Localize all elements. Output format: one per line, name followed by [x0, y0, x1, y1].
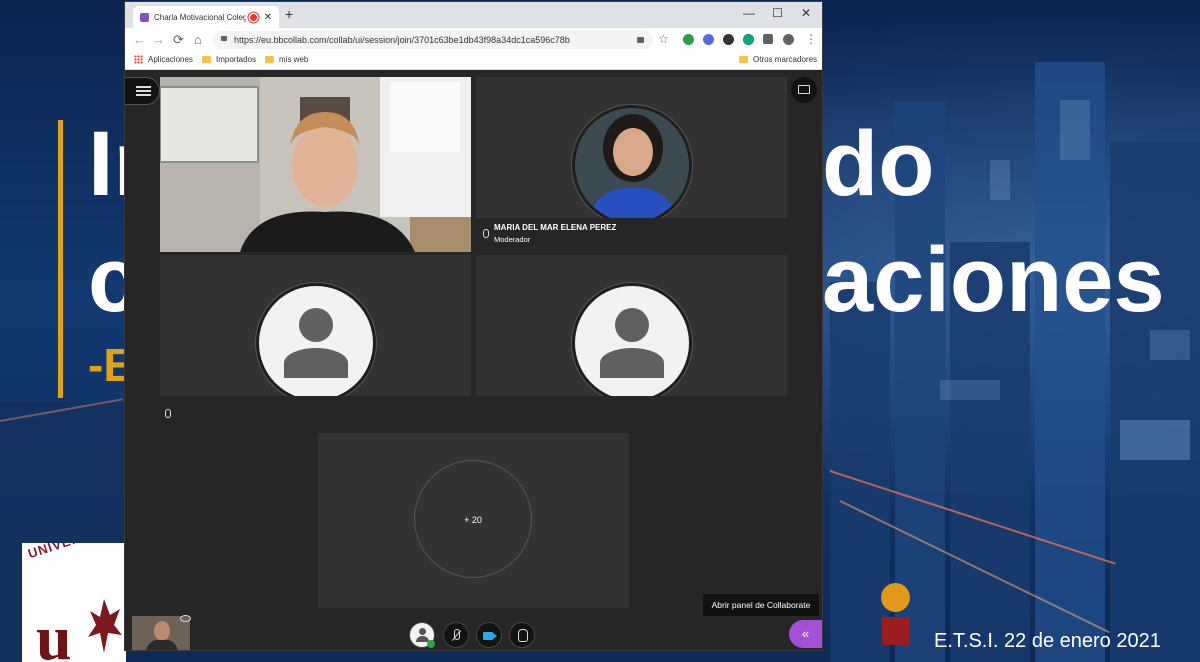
extension-gear-icon[interactable] — [703, 34, 714, 45]
camera-lens — [493, 633, 497, 639]
browser-window: Charla Motivacional Colegio ✕ + — ☐ ✕ ← … — [125, 2, 822, 650]
participant-video-tile[interactable] — [160, 77, 471, 252]
profile-avatar-icon[interactable] — [783, 34, 794, 45]
university-logo-text: UNIVERSIDAD — [26, 543, 126, 561]
bookmark-mis-web[interactable]: mis web — [265, 55, 308, 64]
moderator-avatar — [572, 105, 692, 225]
default-avatar-icon — [572, 283, 692, 403]
folder-icon — [202, 56, 211, 63]
building-window — [1060, 100, 1090, 160]
extension-shield-icon[interactable] — [683, 34, 694, 45]
camera-toggle-button[interactable] — [476, 622, 502, 648]
slide-title-line2-right: aciones — [822, 229, 1165, 331]
bookmarks-bar: Aplicaciones Importados mis web Otros ma… — [125, 52, 822, 70]
avatar-head — [299, 308, 333, 342]
extensions-puzzle-icon[interactable] — [763, 34, 773, 44]
university-logo-mark: u — [36, 602, 72, 662]
maximize-button[interactable]: ☐ — [772, 6, 783, 20]
hamburger-line — [136, 86, 151, 88]
extension-grammarly-icon[interactable] — [743, 34, 754, 45]
change-view-button[interactable] — [791, 77, 817, 103]
bookmark-importados[interactable]: Importados — [202, 55, 256, 64]
tab-close-button[interactable]: ✕ — [264, 12, 272, 23]
recording-indicator-icon — [249, 13, 257, 21]
slide-red-square — [882, 617, 910, 645]
camera-in-use-icon[interactable] — [637, 37, 644, 43]
folder-icon — [739, 56, 748, 63]
presenter-video-feed — [160, 77, 471, 252]
participant-footer — [160, 396, 471, 430]
layout-icon — [798, 85, 810, 94]
building-window — [1150, 330, 1190, 360]
hamburger-line — [136, 90, 151, 92]
extension-circle-icon[interactable] — [723, 34, 734, 45]
slide-yellow-dot — [881, 583, 910, 612]
tab-title: Charla Motivacional Colegio — [154, 12, 246, 22]
slide-footer-text: E.T.S.I. 22 de enero 2021 — [934, 630, 1161, 652]
avatar-body — [284, 348, 348, 378]
tab-collaborate-session[interactable]: Charla Motivacional Colegio ✕ — [133, 6, 279, 28]
browser-menu-button[interactable]: ⋮ — [805, 32, 817, 46]
my-status-button[interactable] — [409, 622, 435, 648]
bookmark-other[interactable]: Otros marcadores — [739, 55, 817, 64]
moderator-photo — [575, 108, 689, 222]
raise-hand-button[interactable] — [509, 622, 535, 648]
reload-button[interactable]: ⟳ — [173, 32, 184, 48]
tab-strip: Charla Motivacional Colegio ✕ + — ☐ ✕ — [125, 2, 822, 28]
participant-role: Moderador — [494, 235, 531, 244]
bookmark-label: Importados — [216, 55, 257, 64]
default-avatar-icon — [256, 283, 376, 403]
lock-icon — [221, 36, 227, 41]
session-menu-button[interactable] — [125, 77, 160, 105]
my-avatar-head — [419, 628, 426, 635]
slide-accent-bar — [58, 120, 63, 398]
home-button[interactable]: ⌂ — [194, 32, 202, 47]
participant-footer: MARIA DEL MAR ELENA PEREZ Moderador — [476, 218, 787, 252]
participant-footer — [476, 396, 787, 430]
hamburger-line — [136, 94, 151, 96]
building-shape — [1110, 142, 1200, 662]
bookmark-apps[interactable]: Aplicaciones — [134, 55, 193, 64]
building-window — [990, 160, 1010, 200]
participant-tile-attendee[interactable] — [160, 255, 471, 430]
angel-emblem-icon — [88, 599, 122, 653]
collaborate-session: MARIA DEL MAR ELENA PEREZ Moderador + 20… — [125, 70, 822, 650]
folder-icon — [265, 56, 274, 63]
bookmark-label: mis web — [279, 55, 309, 64]
new-tab-button[interactable]: + — [285, 6, 293, 22]
bookmark-label: Otros marcadores — [753, 55, 818, 64]
url-text: https://eu.bbcollab.com/collab/ui/sessio… — [234, 35, 570, 45]
university-logo: UNIVERSIDAD u — [22, 543, 126, 662]
slide-title-line1-right: do — [822, 113, 935, 215]
avatar-head — [615, 308, 649, 342]
status-check-icon — [427, 640, 435, 648]
back-button[interactable]: ← — [133, 32, 146, 47]
building-window — [940, 380, 1000, 400]
bookmark-star-icon[interactable]: ☆ — [658, 32, 669, 46]
participant-tile-moderator[interactable]: MARIA DEL MAR ELENA PEREZ Moderador — [476, 77, 787, 252]
forward-button[interactable]: → — [152, 32, 165, 47]
bookmark-label: Aplicaciones — [148, 55, 193, 64]
address-bar[interactable]: https://eu.bbcollab.com/collab/ui/sessio… — [213, 31, 653, 49]
browser-toolbar: ← → ⟳ ⌂ https://eu.bbcollab.com/collab/u… — [125, 28, 822, 52]
open-panel-tooltip: Abrir panel de Collaborate — [703, 594, 819, 616]
visibility-eye-icon[interactable] — [180, 615, 191, 622]
close-window-button[interactable]: ✕ — [801, 6, 811, 20]
camera-icon — [483, 632, 493, 640]
overflow-count[interactable]: + 20 — [414, 460, 532, 578]
participant-name: MARIA DEL MAR ELENA PEREZ — [494, 223, 617, 232]
microphone-toggle-button[interactable] — [443, 622, 469, 648]
collaborate-favicon-icon — [140, 12, 149, 22]
hand-icon — [518, 629, 528, 642]
microphone-icon[interactable] — [483, 229, 489, 238]
participant-tile-attendee[interactable] — [476, 255, 787, 430]
avatar-body — [600, 348, 664, 378]
microphone-icon[interactable] — [165, 409, 171, 418]
apps-grid-icon — [134, 55, 143, 64]
minimize-button[interactable]: — — [743, 6, 755, 20]
open-collaborate-panel-button[interactable]: « — [789, 620, 822, 648]
building-window — [1120, 420, 1190, 460]
